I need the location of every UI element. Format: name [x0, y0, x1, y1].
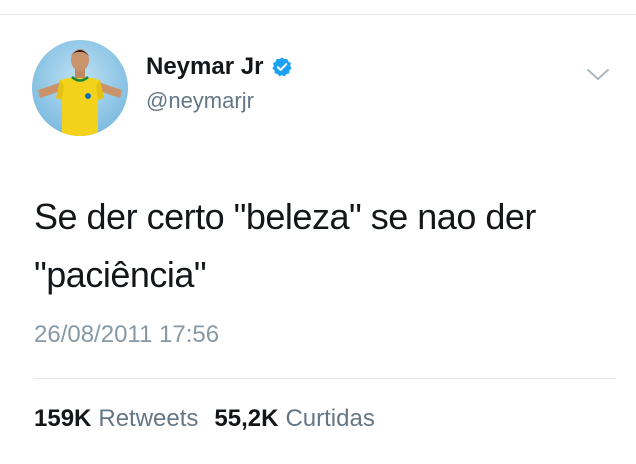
retweets-stat[interactable]: 159K Retweets: [34, 405, 198, 433]
stats-divider: [34, 378, 616, 379]
retweets-label: Retweets: [98, 405, 199, 432]
tweet-text-line-2: "paciência": [34, 254, 207, 295]
tweet-stats: 159K Retweets 55,2K Curtidas: [34, 405, 375, 433]
avatar-image: [38, 49, 122, 136]
retweets-count: 159K: [34, 405, 92, 432]
tweet-timestamp[interactable]: 26/08/2011 17:56: [34, 321, 219, 349]
tweet-text-line-1: Se der certo "beleza" se nao der: [34, 196, 536, 237]
tweet-text: Se der certo "beleza" se nao der "paciên…: [34, 188, 614, 304]
author-name-text[interactable]: Neymar Jr: [146, 53, 263, 81]
chevron-down-icon[interactable]: [584, 62, 612, 86]
tweet-detail: Neymar Jr @neymarjr Se der certo "beleza…: [0, 0, 636, 464]
verified-badge-icon: [271, 56, 293, 78]
likes-label: Curtidas: [285, 405, 375, 432]
author-handle[interactable]: @neymarjr: [146, 88, 254, 114]
likes-stat[interactable]: 55,2K Curtidas: [214, 405, 374, 433]
avatar[interactable]: [32, 40, 128, 136]
likes-count: 55,2K: [214, 405, 279, 432]
author-display-name[interactable]: Neymar Jr: [146, 53, 293, 81]
top-divider: [0, 14, 636, 15]
